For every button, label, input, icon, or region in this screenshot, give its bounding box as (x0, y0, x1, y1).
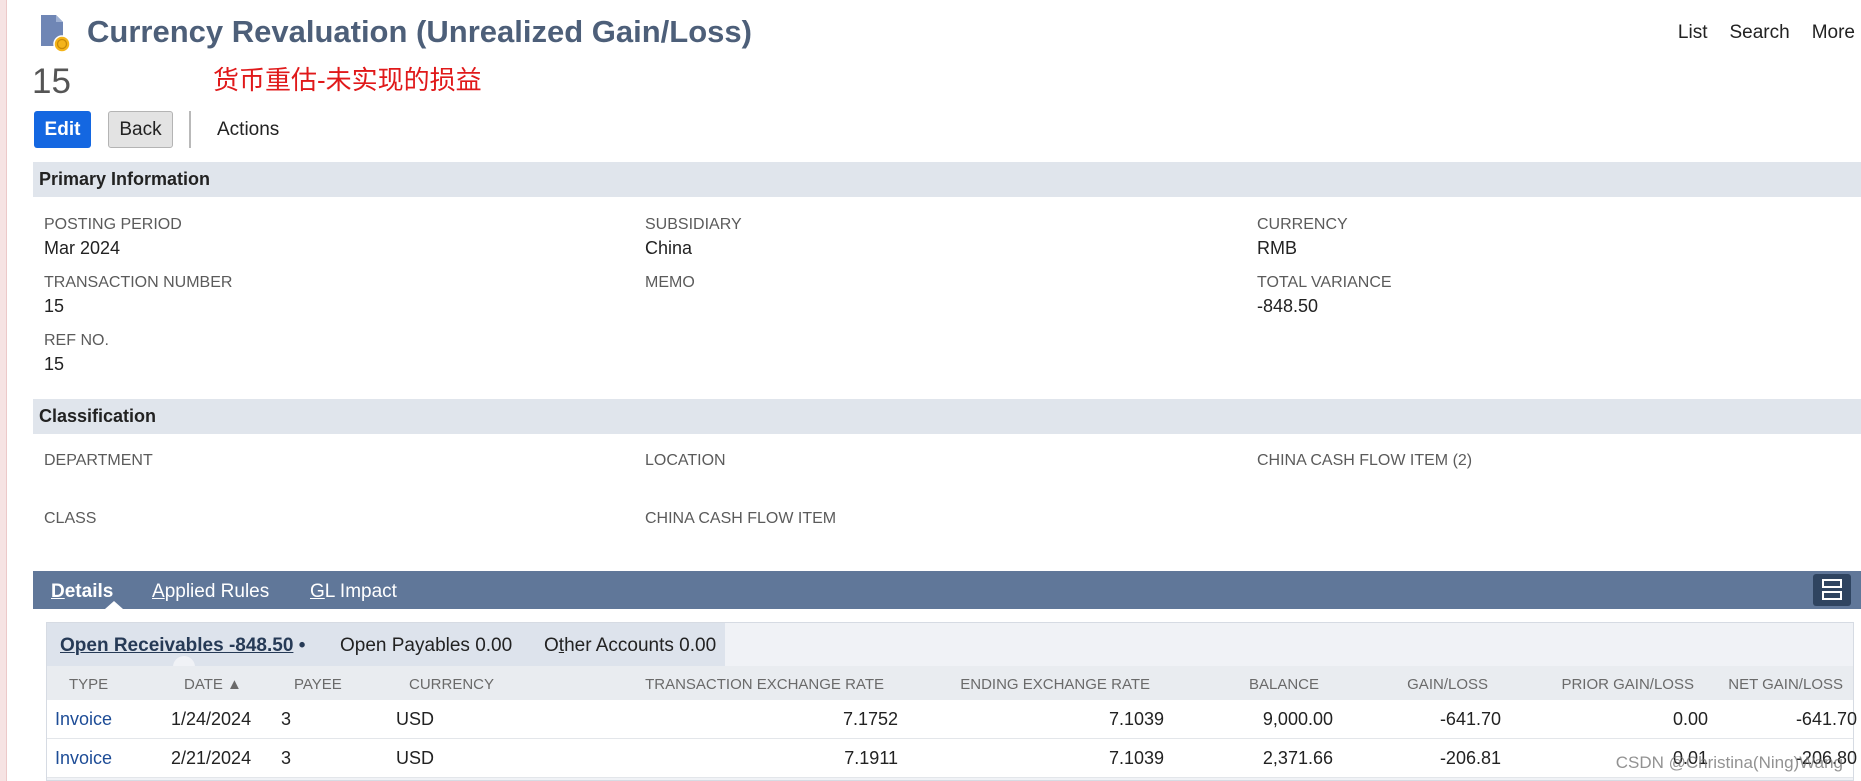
table-row: Invoice 1/24/2024 3 USD 7.1752 7.1039 9,… (47, 700, 1857, 739)
actions-menu-button[interactable]: Actions (217, 111, 279, 148)
currency-label: CURRENCY (1257, 216, 1348, 233)
column-header-net-gain-loss[interactable]: NET GAIN/LOSS (1728, 676, 1843, 693)
balance-cell: 2,371.66 (1262, 748, 1333, 768)
subsidiary-label: SUBSIDIARY (645, 216, 742, 233)
edit-button[interactable]: Edit (34, 111, 91, 148)
balance-cell: 9,000.00 (1262, 709, 1333, 729)
subtab-open-payables[interactable]: Open Payables 0.00 (340, 635, 512, 657)
button-divider (189, 111, 191, 148)
watermark: CSDN @Christina(Ning)Wang (1615, 753, 1843, 772)
column-header-currency[interactable]: CURRENCY (409, 676, 494, 693)
section-title: Primary Information (39, 169, 211, 189)
active-tab-indicator (105, 601, 123, 609)
posting-period-label: POSTING PERIOD (44, 216, 182, 233)
tab-gl-impact[interactable]: GL Impact (310, 581, 397, 603)
department-label: DEPARTMENT (44, 452, 153, 469)
currency-cell: USD (396, 709, 435, 729)
subtab-other-accounts[interactable]: Other Accounts 0.00 (544, 635, 716, 657)
gain-loss-cell: -206.81 (1439, 748, 1501, 768)
gain-loss-cell: -641.70 (1439, 709, 1501, 729)
left-edge-strip (0, 0, 7, 781)
column-header-balance[interactable]: BALANCE (1249, 676, 1319, 693)
top-nav: List Search More (1678, 22, 1861, 44)
class-label: CLASS (44, 510, 97, 527)
transaction-rate-cell: 7.1752 (842, 709, 898, 729)
nav-list-link[interactable]: List (1678, 22, 1708, 44)
chinese-annotation: 货币重估-未实现的损益 (213, 65, 482, 95)
section-title: Classification (39, 406, 157, 426)
transaction-number-label: TRANSACTION NUMBER (44, 274, 233, 291)
total-variance-label: TOTAL VARIANCE (1257, 274, 1392, 291)
date-cell: 1/24/2024 (171, 709, 252, 729)
record-number: 15 (32, 62, 71, 101)
column-header-gain-loss[interactable]: GAIN/LOSS (1407, 676, 1488, 693)
payee-cell: 3 (281, 709, 292, 729)
back-button[interactable]: Back (108, 111, 173, 148)
tab-details[interactable]: Details (51, 581, 113, 603)
column-header-type[interactable]: TYPE (69, 676, 108, 693)
column-header-date[interactable]: DATE ▲ (184, 676, 242, 693)
memo-label: MEMO (645, 274, 695, 291)
primary-information-header[interactable]: Primary Information (33, 162, 1861, 197)
column-header-payee[interactable]: PAYEE (294, 676, 342, 693)
nav-search-link[interactable]: Search (1730, 22, 1790, 44)
location-label: LOCATION (645, 452, 726, 469)
subtab-open-receivables[interactable]: Open Receivables -848.50 • (60, 635, 305, 657)
tab-applied-rules[interactable]: Applied Rules (152, 581, 269, 603)
transaction-number-value: 15 (44, 296, 65, 316)
date-cell: 2/21/2024 (171, 748, 252, 768)
net-gain-loss-cell: -641.70 (1795, 709, 1857, 729)
currency-value: RMB (1257, 238, 1297, 258)
posting-period-value: Mar 2024 (44, 238, 121, 258)
prior-gain-loss-cell: 0.00 (1672, 709, 1708, 729)
type-link[interactable]: Invoice (55, 709, 112, 730)
payee-cell: 3 (281, 748, 292, 768)
layout-toggle-icon[interactable] (1813, 574, 1851, 606)
classification-header[interactable]: Classification (33, 399, 1861, 434)
nav-more-link[interactable]: More (1812, 22, 1855, 44)
currency-cell: USD (396, 748, 435, 768)
china-cash-flow-item-2-label: CHINA CASH FLOW ITEM (2) (1257, 452, 1473, 469)
ref-no-label: REF NO. (44, 332, 109, 349)
document-icon (38, 13, 72, 53)
china-cash-flow-item-label: CHINA CASH FLOW ITEM (645, 510, 837, 527)
tab-bar: Details Applied Rules GL Impact (33, 571, 1861, 609)
table-row: Invoice 2/21/2024 3 USD 7.1911 7.1039 2,… (47, 739, 1857, 778)
type-link[interactable]: Invoice (55, 748, 112, 769)
table-header: TYPE DATE ▲ PAYEE CURRENCY TRANSACTION E… (47, 666, 1853, 701)
ending-rate-cell: 7.1039 (1108, 709, 1164, 729)
ending-rate-cell: 7.1039 (1108, 748, 1164, 768)
ref-no-value: 15 (44, 354, 65, 374)
column-header-prior-gain-loss[interactable]: PRIOR GAIN/LOSS (1561, 676, 1694, 693)
column-header-transaction-exchange-rate[interactable]: TRANSACTION EXCHANGE RATE (645, 676, 884, 693)
total-variance-value: -848.50 (1257, 296, 1319, 316)
subsidiary-value: China (645, 238, 693, 258)
page-title: Currency Revaluation (Unrealized Gain/Lo… (87, 14, 752, 49)
column-header-ending-exchange-rate[interactable]: ENDING EXCHANGE RATE (960, 676, 1150, 693)
transaction-rate-cell: 7.1911 (844, 748, 898, 768)
